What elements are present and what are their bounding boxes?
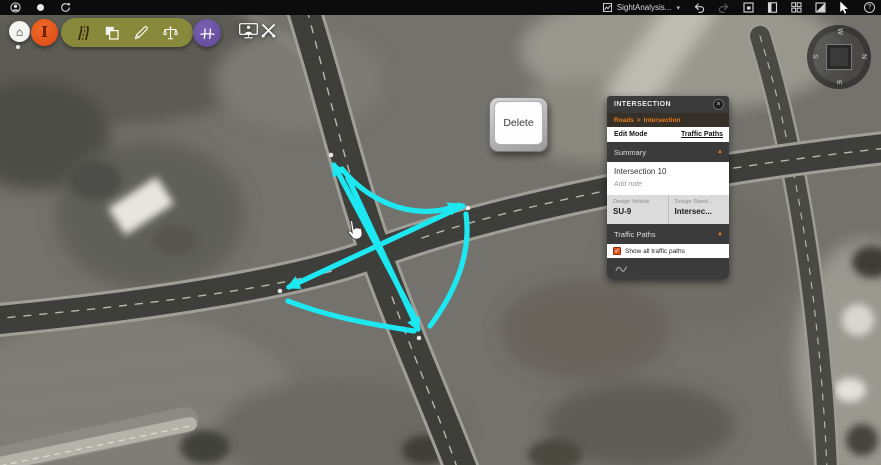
design-standard-value: Intersec... bbox=[675, 207, 724, 216]
copy-tool-icon[interactable] bbox=[105, 26, 119, 40]
zoom-extents-icon[interactable] bbox=[743, 2, 754, 13]
chevron-up-icon[interactable]: ▲ bbox=[717, 149, 723, 155]
breadcrumb: Roads > Intersection bbox=[607, 113, 729, 127]
structures-tool-button[interactable]: I bbox=[31, 19, 58, 46]
compass-north-label[interactable]: N bbox=[860, 54, 867, 59]
breadcrumb-intersection[interactable]: Intersection bbox=[644, 117, 681, 124]
chevron-up-icon[interactable]: ▲ bbox=[717, 231, 723, 237]
redo-icon[interactable] bbox=[718, 2, 730, 13]
panel-header[interactable]: INTERSECTION × bbox=[607, 96, 729, 113]
edit-mode-row: Edit Mode Traffic Paths bbox=[607, 127, 729, 142]
edit-mode-value[interactable]: Traffic Paths bbox=[681, 131, 723, 138]
summary-label: Summary bbox=[614, 148, 717, 157]
road-tool-icon[interactable] bbox=[76, 25, 91, 41]
add-note-field[interactable]: Add note bbox=[614, 181, 722, 188]
breadcrumb-roads[interactable]: Roads bbox=[614, 117, 634, 124]
close-icon[interactable]: × bbox=[713, 99, 724, 110]
design-standard-label: Design Stand... bbox=[675, 199, 724, 205]
summary-stats: Design Vehicle SU-9 Design Stand... Inte… bbox=[607, 195, 729, 224]
app-icon bbox=[603, 3, 612, 12]
view-compass[interactable]: N E S W bbox=[807, 25, 871, 89]
traffic-paths-section-header[interactable]: Traffic Paths ▲ bbox=[607, 224, 729, 244]
scale-balance-icon[interactable] bbox=[163, 26, 178, 40]
edit-pencil-icon[interactable] bbox=[134, 25, 149, 40]
user-account-icon[interactable] bbox=[10, 2, 21, 13]
summary-body: Intersection 10 Add note bbox=[607, 162, 729, 195]
compass-south-label[interactable]: S bbox=[811, 54, 818, 59]
design-standard-stat[interactable]: Design Stand... Intersec... bbox=[668, 195, 730, 224]
app-switcher[interactable]: SightAnalysis... ▾ bbox=[603, 3, 680, 12]
traffic-paths-label: Traffic Paths bbox=[614, 230, 717, 239]
crossed-tools-icon[interactable] bbox=[261, 23, 276, 38]
breadcrumb-separator-icon: > bbox=[637, 117, 641, 124]
compass-west-label[interactable]: W bbox=[836, 28, 843, 35]
summary-section-header[interactable]: Summary ▲ bbox=[607, 142, 729, 162]
top-menubar: SightAnalysis... ▾ bbox=[0, 0, 881, 15]
chevron-down-icon: ▾ bbox=[676, 4, 680, 12]
path-squiggle-icon[interactable] bbox=[615, 263, 628, 274]
checkbox-checked-icon[interactable]: ✓ bbox=[613, 247, 621, 255]
sync-icon[interactable] bbox=[60, 2, 71, 13]
delete-key-hint: Delete bbox=[489, 97, 548, 152]
status-dot-icon[interactable] bbox=[37, 4, 44, 11]
show-all-paths-row[interactable]: ✓ Show all traffic paths bbox=[607, 244, 729, 258]
intersection-name[interactable]: Intersection 10 bbox=[614, 167, 722, 176]
grid-layout-icon[interactable] bbox=[791, 2, 802, 13]
profile-curves-icon bbox=[200, 26, 215, 41]
home-button[interactable]: ⌂ bbox=[9, 21, 30, 42]
design-vehicle-label: Design Vehicle bbox=[613, 199, 662, 205]
app-switcher-label: SightAnalysis... bbox=[617, 3, 672, 12]
panel-title: INTERSECTION bbox=[614, 101, 713, 108]
home-indicator-dot bbox=[16, 45, 20, 49]
road-tools-group bbox=[61, 18, 193, 47]
view-cube[interactable] bbox=[826, 44, 852, 70]
app-window: SightAnalysis... ▾ bbox=[0, 0, 881, 465]
compass-east-label[interactable]: E bbox=[835, 80, 842, 85]
present-screen-icon[interactable] bbox=[239, 23, 258, 39]
map-canvas[interactable] bbox=[0, 0, 881, 465]
help-icon[interactable]: ? bbox=[864, 2, 875, 13]
show-all-paths-label: Show all traffic paths bbox=[625, 248, 685, 255]
panel-footer bbox=[607, 258, 729, 279]
home-icon: ⌂ bbox=[16, 25, 23, 39]
analysis-tool-button[interactable] bbox=[193, 19, 221, 47]
side-panel-layout-icon[interactable] bbox=[767, 2, 778, 13]
intersection-panel: INTERSECTION × Roads > Intersection Edit… bbox=[607, 96, 729, 279]
undo-icon[interactable] bbox=[693, 2, 705, 13]
delete-key-label: Delete bbox=[494, 101, 543, 145]
edit-mode-label: Edit Mode bbox=[614, 131, 681, 138]
design-vehicle-stat[interactable]: Design Vehicle SU-9 bbox=[607, 195, 668, 224]
mouse-cursor-icon bbox=[839, 1, 851, 15]
design-vehicle-value: SU-9 bbox=[613, 207, 662, 216]
split-view-icon[interactable] bbox=[815, 2, 826, 13]
ibeam-icon: I bbox=[41, 25, 48, 40]
